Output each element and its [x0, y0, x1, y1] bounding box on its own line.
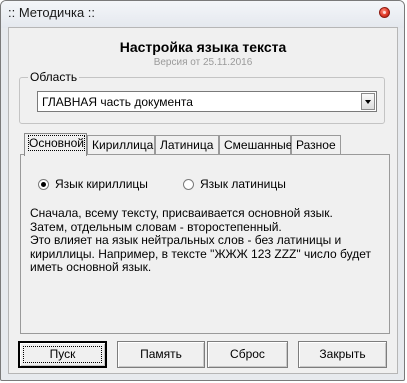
window-title: :: Методичка :: [8, 5, 96, 20]
dialog-window: :: Методичка :: Настройка языка текста В… [0, 0, 405, 381]
tab-mixed-label: Смешанные [224, 138, 293, 152]
description-line: кириллицы. Например, в тексте "ЖЖЖ 123 Z… [30, 246, 372, 261]
tab-main[interactable]: Основной [24, 133, 87, 156]
close-button[interactable]: Закрыть [298, 341, 387, 368]
radio-checked-icon[interactable] [38, 178, 49, 190]
description-line: Сначала, всему тексту, присваивается осн… [30, 206, 333, 220]
tab-mixed[interactable]: Смешанные [219, 135, 293, 154]
area-groupbox: Область ГЛАВНАЯ часть документа [19, 70, 385, 124]
dialog-body: Настройка языка текста Версия от 25.11.2… [8, 27, 398, 374]
radio-cyrillic-label: Язык кириллицы [55, 177, 148, 191]
dialog-heading: Настройка языка текста [119, 39, 287, 55]
close-window-icon[interactable] [379, 7, 390, 18]
memory-button[interactable]: Память [117, 341, 205, 368]
tab-latin-label: Латиница [160, 138, 214, 152]
dropdown-arrow-icon[interactable] [361, 93, 375, 110]
radio-latin[interactable]: Язык латиницы [183, 177, 286, 191]
version-label: Версия от 25.11.2016 [153, 57, 253, 68]
description-text: Сначала, всему тексту, присваивается осн… [30, 206, 380, 275]
description-line: Затем, отдельным словам - второстепенный… [30, 219, 282, 234]
tab-misc-label: Разное [296, 138, 336, 152]
tab-main-label: Основной [27, 135, 86, 151]
area-select-value: ГЛАВНАЯ часть документа [42, 95, 193, 109]
radio-cyrillic[interactable]: Язык кириллицы [38, 177, 148, 191]
radio-unchecked-icon[interactable] [183, 178, 194, 190]
title-bar[interactable]: :: Методичка :: [1, 1, 404, 28]
area-select[interactable]: ГЛАВНАЯ часть документа [37, 91, 377, 112]
description-line: Это влияет на язык нейтральных слов - бе… [30, 233, 342, 247]
tab-panel-main: Язык кириллицы Язык латиницы Сначала, вс… [20, 154, 390, 334]
radio-latin-label: Язык латиницы [200, 177, 286, 191]
tab-latin[interactable]: Латиница [155, 135, 219, 154]
reset-button[interactable]: Сброс [207, 341, 288, 368]
tab-cyrillic[interactable]: Кириллица [87, 135, 155, 154]
start-button[interactable]: Пуск [18, 341, 107, 368]
tab-cyrillic-label: Кириллица [92, 138, 154, 152]
tab-misc[interactable]: Разное [291, 135, 341, 154]
area-label: Область [28, 70, 80, 84]
description-line: иметь основной язык. [30, 260, 152, 274]
